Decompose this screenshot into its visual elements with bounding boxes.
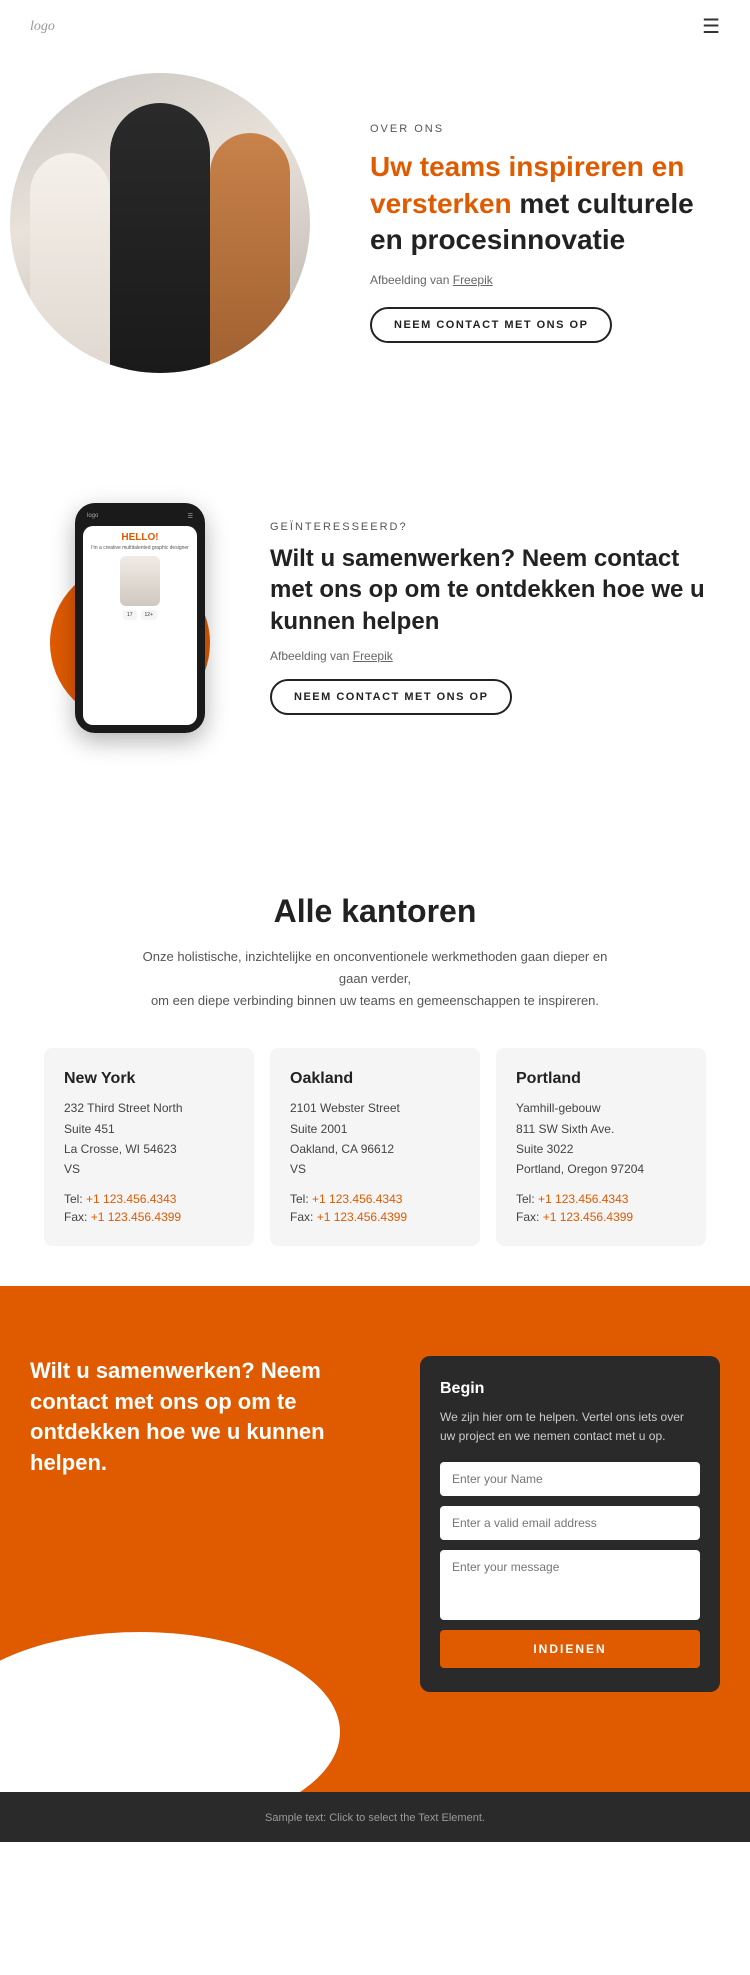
phone-stats: 17 12+: [89, 610, 191, 620]
form-description: We zijn hier om te helpen. Vertel ons ie…: [440, 1408, 700, 1446]
phone-mockup: logo ☰ HELLO! I'm a creative multitalent…: [75, 503, 205, 733]
form-name-input[interactable]: [440, 1462, 700, 1496]
offices-desc-line2: om een diepe verbinding binnen uw teams …: [151, 993, 599, 1008]
phone-screen: HELLO! I'm a creative multitalented grap…: [83, 526, 197, 725]
footer-text: Sample text: Click to select the Text El…: [265, 1812, 485, 1824]
fax-label-oak: Fax:: [290, 1210, 313, 1224]
hero-image-container: [0, 53, 320, 393]
phone-hello: HELLO!: [89, 532, 191, 543]
fax-ny[interactable]: +1 123.456.4399: [91, 1210, 181, 1224]
footer: Sample text: Click to select the Text El…: [0, 1792, 750, 1842]
section2-content: GEÏNTERESSEERD? Wilt u samenwerken? Neem…: [270, 521, 710, 715]
phone-stat1: 17: [123, 610, 137, 620]
offices-desc-line1: Onze holistische, inzichtelijke en oncon…: [143, 949, 608, 986]
fax-label-ny: Fax:: [64, 1210, 87, 1224]
hamburger-icon[interactable]: ☰: [702, 14, 720, 39]
form-box: Begin We zijn hier om te helpen. Vertel …: [420, 1356, 720, 1692]
hero-circle: [10, 73, 310, 373]
freepik-link-s2[interactable]: Freepik: [353, 649, 393, 663]
spacer2: [0, 773, 750, 833]
office-address-portland: Yamhill-gebouw 811 SW Sixth Ave. Suite 3…: [516, 1098, 686, 1180]
navbar: logo ☰: [0, 0, 750, 53]
credit-prefix: Afbeelding van: [370, 273, 453, 287]
person-left: [30, 153, 110, 373]
phone-person: [120, 556, 160, 606]
tel-por[interactable]: +1 123.456.4343: [538, 1192, 628, 1206]
section2-credit: Afbeelding van Freepik: [270, 649, 710, 663]
section2: logo ☰ HELLO! I'm a creative multitalent…: [0, 483, 750, 773]
s2-credit-prefix: Afbeelding van: [270, 649, 353, 663]
office-city-newyork: New York: [64, 1070, 234, 1088]
office-city-oakland: Oakland: [290, 1070, 460, 1088]
hero-tag: OVER ONS: [370, 123, 710, 135]
cta-section: Wilt u samenwerken? Neem contact met ons…: [0, 1286, 750, 1792]
logo: logo: [30, 19, 55, 35]
spacer1: [0, 423, 750, 483]
form-submit-button[interactable]: INDIENEN: [440, 1630, 700, 1668]
freepik-link-hero[interactable]: Freepik: [453, 273, 493, 287]
office-fax-oakland: Fax: +1 123.456.4399: [290, 1210, 460, 1224]
section2-cta-button[interactable]: NEEM CONTACT MET ONS OP: [270, 679, 512, 715]
offices-description: Onze holistische, inzichtelijke en oncon…: [135, 946, 615, 1012]
section2-title: Wilt u samenwerken? Neem contact met ons…: [270, 543, 710, 637]
office-tel-portland: Tel: +1 123.456.4343: [516, 1192, 686, 1206]
office-card-portland: Portland Yamhill-gebouw 811 SW Sixth Ave…: [496, 1048, 706, 1246]
office-card-oakland: Oakland 2101 Webster Street Suite 2001 O…: [270, 1048, 480, 1246]
office-card-newyork: New York 232 Third Street North Suite 45…: [44, 1048, 254, 1246]
cta-right: Begin We zijn hier om te helpen. Vertel …: [420, 1356, 720, 1692]
person-right: [210, 133, 290, 373]
office-fax-newyork: Fax: +1 123.456.4399: [64, 1210, 234, 1224]
office-address-newyork: 232 Third Street North Suite 451 La Cros…: [64, 1098, 234, 1180]
fax-oak[interactable]: +1 123.456.4399: [317, 1210, 407, 1224]
hero-cta-button[interactable]: NEEM CONTACT MET ONS OP: [370, 307, 612, 343]
form-heading: Begin: [440, 1380, 700, 1398]
cta-left: Wilt u samenwerken? Neem contact met ons…: [30, 1356, 390, 1479]
section2-image: logo ☰ HELLO! I'm a creative multitalent…: [40, 503, 240, 733]
tel-ny[interactable]: +1 123.456.4343: [86, 1192, 176, 1206]
phone-stat2: 12+: [141, 610, 157, 620]
hero-title: Uw teams inspireren en versterken met cu…: [370, 149, 710, 258]
office-tel-oakland: Tel: +1 123.456.4343: [290, 1192, 460, 1206]
section2-tag: GEÏNTERESSEERD?: [270, 521, 710, 533]
office-tel-newyork: Tel: +1 123.456.4343: [64, 1192, 234, 1206]
hero-image-wrap: [0, 53, 340, 393]
hero-content: OVER ONS Uw teams inspireren en versterk…: [340, 53, 750, 393]
phone-top-bar: logo ☰: [83, 511, 197, 522]
hero-credit: Afbeelding van Freepik: [370, 273, 710, 287]
cta-title: Wilt u samenwerken? Neem contact met ons…: [30, 1356, 390, 1479]
form-message-textarea[interactable]: [440, 1550, 700, 1620]
tel-label-oak: Tel:: [290, 1192, 309, 1206]
fax-por[interactable]: +1 123.456.4399: [543, 1210, 633, 1224]
form-email-input[interactable]: [440, 1506, 700, 1540]
person-center: [110, 103, 210, 373]
tel-label-por: Tel:: [516, 1192, 535, 1206]
office-address-oakland: 2101 Webster Street Suite 2001 Oakland, …: [290, 1098, 460, 1180]
office-fax-portland: Fax: +1 123.456.4399: [516, 1210, 686, 1224]
office-city-portland: Portland: [516, 1070, 686, 1088]
fax-label-por: Fax:: [516, 1210, 539, 1224]
offices-grid: New York 232 Third Street North Suite 45…: [30, 1048, 720, 1246]
hero-section: OVER ONS Uw teams inspireren en versterk…: [0, 53, 750, 423]
tel-oak[interactable]: +1 123.456.4343: [312, 1192, 402, 1206]
tel-label-ny: Tel:: [64, 1192, 83, 1206]
phone-sub: I'm a creative multitalented graphic des…: [89, 545, 191, 552]
phone-menu-icon: ☰: [188, 513, 193, 520]
offices-section: Alle kantoren Onze holistische, inzichte…: [0, 833, 750, 1286]
phone-logo: logo: [87, 513, 98, 520]
offices-title: Alle kantoren: [30, 893, 720, 930]
